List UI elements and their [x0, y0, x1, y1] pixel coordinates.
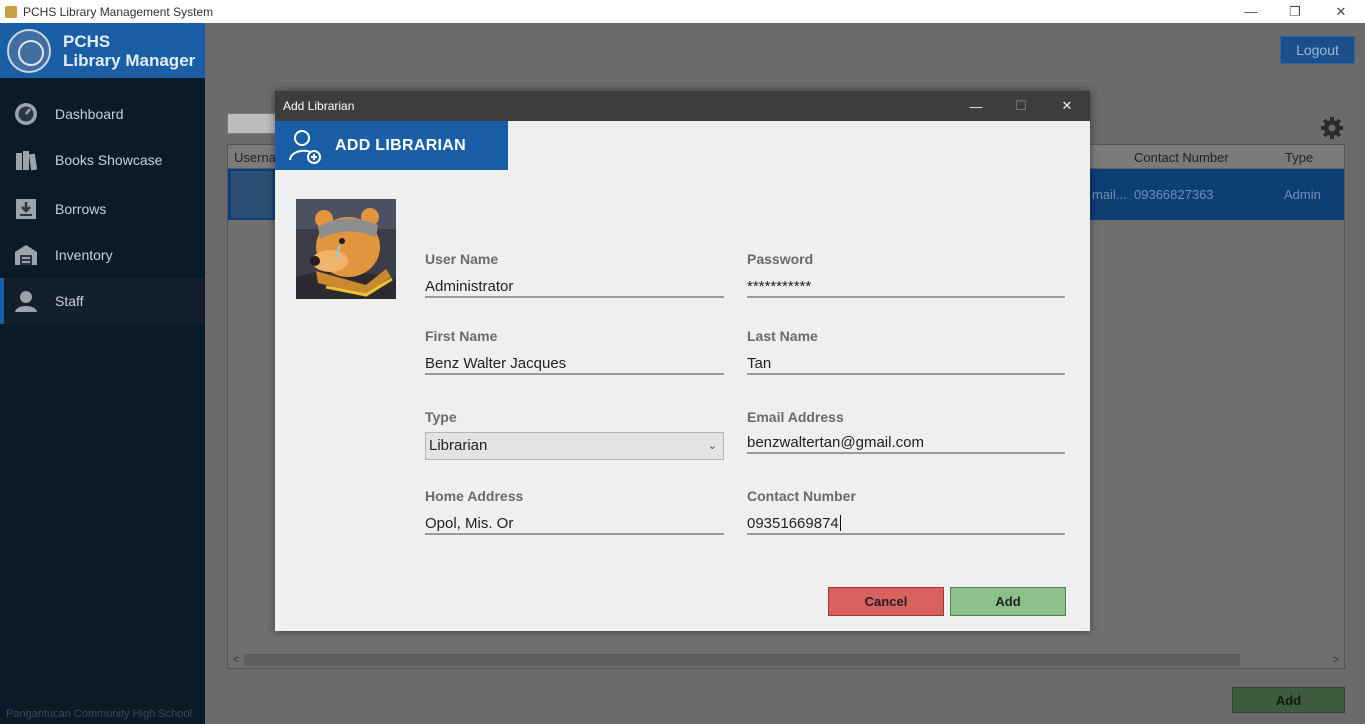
row-contact: 09366827363 — [1134, 187, 1214, 202]
type-select-value: Librarian — [429, 437, 488, 454]
row-avatar — [231, 171, 273, 218]
window-minimize-button[interactable]: — — [1228, 0, 1274, 23]
email-label: Email Address — [747, 409, 844, 425]
first-name-label: First Name — [425, 328, 498, 344]
row-email: mail... — [1092, 187, 1127, 202]
column-header-type[interactable]: Type — [1285, 150, 1313, 165]
logout-button[interactable]: Logout — [1280, 36, 1355, 64]
type-field: Type Librarian ⌄ — [425, 409, 724, 460]
column-header-contact[interactable]: Contact Number — [1134, 150, 1229, 165]
scroll-right-icon[interactable]: > — [1328, 652, 1344, 668]
row-type: Admin — [1284, 187, 1321, 202]
dialog-titlebar: Add Librarian — ☐ ✕ — [275, 91, 1090, 121]
last-name-label: Last Name — [747, 328, 818, 344]
email-field: Email Address benzwaltertan@gmail.com — [747, 409, 1065, 454]
home-address-field: Home Address Opol, Mis. Or — [425, 488, 724, 535]
sidebar-item-label: Borrows — [55, 201, 107, 217]
dialog-close-button[interactable]: ✕ — [1044, 91, 1090, 121]
password-field: Password *********** — [747, 251, 1065, 298]
scroll-thumb[interactable] — [244, 654, 1240, 666]
column-header-username[interactable]: Userna — [234, 150, 276, 165]
add-librarian-dialog: Add Librarian — ☐ ✕ ADD LIBRARIAN User N… — [275, 91, 1090, 631]
type-label: Type — [425, 409, 457, 425]
username-field: User Name Administrator — [425, 251, 724, 298]
brand: PCHS Library Manager — [0, 23, 205, 78]
window-close-button[interactable]: ✕ — [1318, 0, 1364, 23]
books-icon — [13, 147, 39, 173]
sidebar-item-books-showcase[interactable]: Books Showcase — [0, 137, 205, 183]
add-user-icon — [289, 129, 321, 164]
sidebar-item-label: Inventory — [55, 247, 113, 263]
password-input[interactable]: *********** — [747, 276, 1065, 298]
sidebar-item-staff[interactable]: Staff — [0, 278, 205, 324]
window-title: PCHS Library Management System — [23, 4, 214, 19]
school-footer: Pangantucan Community High School — [6, 708, 192, 720]
home-address-label: Home Address — [425, 488, 524, 504]
sidebar-item-label: Books Showcase — [55, 152, 163, 168]
window-titlebar: PCHS Library Management System — ❐ ✕ — [0, 0, 1365, 23]
first-name-input[interactable]: Benz Walter Jacques — [425, 353, 724, 375]
type-select[interactable]: Librarian ⌄ — [425, 432, 724, 460]
sidebar-item-dashboard[interactable]: Dashboard — [0, 91, 205, 137]
cancel-button[interactable]: Cancel — [828, 587, 944, 616]
contact-number-input[interactable]: 09351669874 — [747, 513, 1065, 535]
scroll-left-icon[interactable]: < — [228, 652, 244, 668]
contact-number-label: Contact Number — [747, 488, 856, 504]
gear-icon[interactable] — [1320, 116, 1344, 140]
first-name-field: First Name Benz Walter Jacques — [425, 328, 724, 375]
contact-number-field: Contact Number 09351669874 — [747, 488, 1065, 535]
add-button[interactable]: Add — [950, 587, 1066, 616]
user-avatar[interactable] — [296, 199, 396, 299]
sidebar: PCHS Library Manager Dashboard Books Sho… — [0, 23, 205, 724]
dialog-maximize-button[interactable]: ☐ — [998, 91, 1044, 121]
last-name-field: Last Name Tan — [747, 328, 1065, 375]
password-label: Password — [747, 251, 814, 267]
dialog-minimize-button[interactable]: — — [953, 91, 999, 121]
dialog-header: ADD LIBRARIAN — [275, 121, 508, 170]
sidebar-item-label: Staff — [55, 293, 84, 309]
last-name-input[interactable]: Tan — [747, 353, 1065, 375]
dialog-title: Add Librarian — [283, 99, 355, 113]
app-icon — [5, 5, 17, 18]
user-icon — [13, 288, 39, 314]
chevron-down-icon: ⌄ — [707, 440, 717, 452]
username-input[interactable]: Administrator — [425, 276, 724, 298]
school-logo — [7, 28, 51, 73]
dialog-header-title: ADD LIBRARIAN — [335, 136, 467, 154]
warehouse-icon — [13, 242, 39, 268]
email-input[interactable]: benzwaltertan@gmail.com — [747, 432, 1065, 454]
sidebar-item-label: Dashboard — [55, 106, 124, 122]
window-restore-button[interactable]: ❐ — [1272, 0, 1318, 23]
add-staff-button[interactable]: Add — [1232, 687, 1345, 713]
download-icon — [13, 196, 39, 222]
home-address-input[interactable]: Opol, Mis. Or — [425, 513, 724, 535]
sidebar-item-borrows[interactable]: Borrows — [0, 186, 205, 232]
brand-line1: PCHS — [63, 31, 111, 51]
horizontal-scrollbar[interactable]: < > — [228, 652, 1344, 668]
username-label: User Name — [425, 251, 499, 267]
brand-line2: Library Manager — [63, 50, 196, 70]
sidebar-item-inventory[interactable]: Inventory — [0, 232, 205, 278]
dashboard-icon — [13, 101, 39, 127]
